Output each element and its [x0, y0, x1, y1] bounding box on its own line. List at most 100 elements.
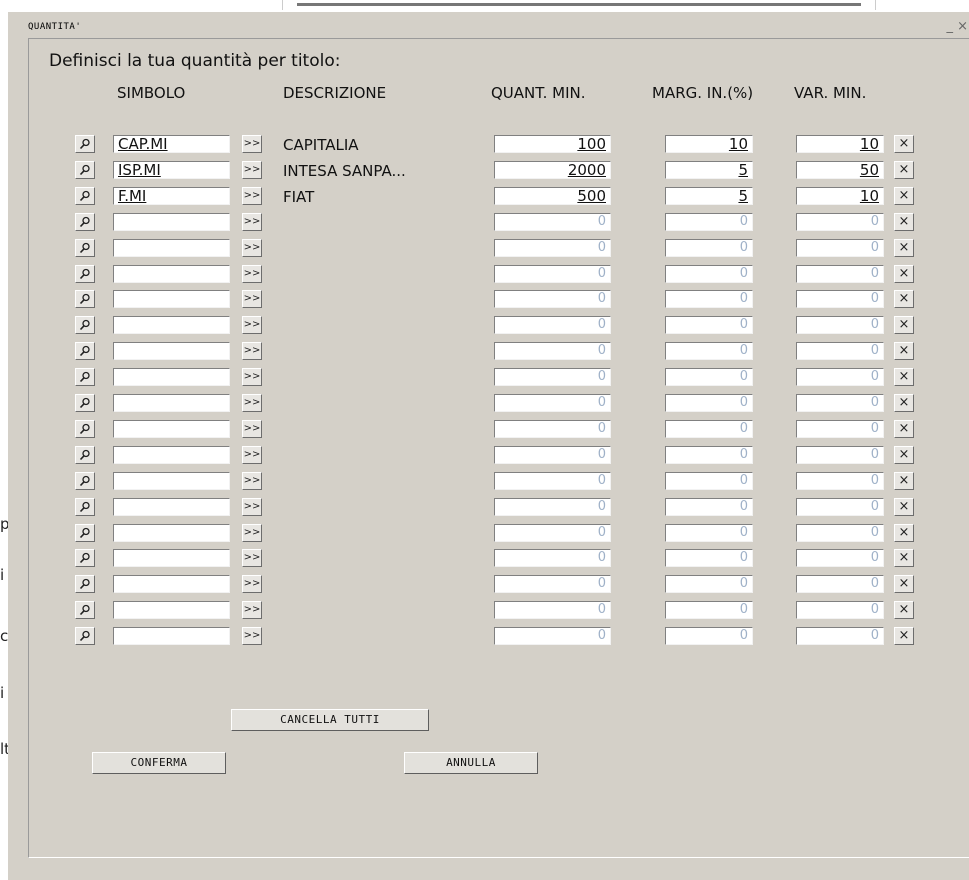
- var-min-input[interactable]: 0: [796, 239, 884, 257]
- remove-row-button[interactable]: ×: [894, 368, 914, 386]
- remove-row-button[interactable]: ×: [894, 575, 914, 593]
- quant-min-input[interactable]: 2000: [494, 161, 611, 179]
- var-min-input[interactable]: 0: [796, 265, 884, 283]
- quant-min-input[interactable]: 0: [494, 575, 611, 593]
- search-button[interactable]: [75, 135, 95, 153]
- symbol-input[interactable]: [113, 472, 230, 490]
- symbol-input[interactable]: [113, 420, 230, 438]
- go-button[interactable]: >>: [242, 601, 262, 619]
- var-min-input[interactable]: 0: [796, 446, 884, 464]
- search-button[interactable]: [75, 187, 95, 205]
- var-min-input[interactable]: 10: [796, 187, 884, 205]
- var-min-input[interactable]: 0: [796, 290, 884, 308]
- go-button[interactable]: >>: [242, 342, 262, 360]
- marg-in-input[interactable]: 0: [665, 472, 753, 490]
- var-min-input[interactable]: 0: [796, 575, 884, 593]
- search-button[interactable]: [75, 394, 95, 412]
- symbol-input[interactable]: [113, 524, 230, 542]
- var-min-input[interactable]: 0: [796, 549, 884, 567]
- go-button[interactable]: >>: [242, 394, 262, 412]
- marg-in-input[interactable]: 0: [665, 627, 753, 645]
- remove-row-button[interactable]: ×: [894, 420, 914, 438]
- remove-row-button[interactable]: ×: [894, 627, 914, 645]
- remove-row-button[interactable]: ×: [894, 524, 914, 542]
- marg-in-input[interactable]: 5: [665, 187, 753, 205]
- quant-min-input[interactable]: 0: [494, 290, 611, 308]
- search-button[interactable]: [75, 316, 95, 334]
- marg-in-input[interactable]: 0: [665, 290, 753, 308]
- go-button[interactable]: >>: [242, 575, 262, 593]
- search-button[interactable]: [75, 498, 95, 516]
- quant-min-input[interactable]: 0: [494, 601, 611, 619]
- marg-in-input[interactable]: 0: [665, 549, 753, 567]
- remove-row-button[interactable]: ×: [894, 342, 914, 360]
- go-button[interactable]: >>: [242, 368, 262, 386]
- go-button[interactable]: >>: [242, 161, 262, 179]
- search-button[interactable]: [75, 265, 95, 283]
- go-button[interactable]: >>: [242, 549, 262, 567]
- remove-row-button[interactable]: ×: [894, 239, 914, 257]
- var-min-input[interactable]: 0: [796, 472, 884, 490]
- quant-min-input[interactable]: 0: [494, 368, 611, 386]
- remove-row-button[interactable]: ×: [894, 290, 914, 308]
- var-min-input[interactable]: 0: [796, 213, 884, 231]
- var-min-input[interactable]: 0: [796, 316, 884, 334]
- search-button[interactable]: [75, 239, 95, 257]
- remove-row-button[interactable]: ×: [894, 394, 914, 412]
- search-button[interactable]: [75, 161, 95, 179]
- quant-min-input[interactable]: 0: [494, 316, 611, 334]
- remove-row-button[interactable]: ×: [894, 161, 914, 179]
- marg-in-input[interactable]: 0: [665, 420, 753, 438]
- var-min-input[interactable]: 0: [796, 368, 884, 386]
- symbol-input[interactable]: [113, 498, 230, 516]
- cancella-tutti-button[interactable]: CANCELLA TUTTI: [231, 709, 429, 731]
- quant-min-input[interactable]: 0: [494, 420, 611, 438]
- var-min-input[interactable]: 0: [796, 498, 884, 516]
- marg-in-input[interactable]: 0: [665, 316, 753, 334]
- var-min-input[interactable]: 50: [796, 161, 884, 179]
- symbol-input[interactable]: [113, 549, 230, 567]
- var-min-input[interactable]: 0: [796, 524, 884, 542]
- remove-row-button[interactable]: ×: [894, 446, 914, 464]
- title-bar[interactable]: QUANTITA' _ ×: [10, 14, 969, 38]
- symbol-input[interactable]: [113, 627, 230, 645]
- search-button[interactable]: [75, 420, 95, 438]
- symbol-input[interactable]: [113, 290, 230, 308]
- remove-row-button[interactable]: ×: [894, 187, 914, 205]
- search-button[interactable]: [75, 549, 95, 567]
- remove-row-button[interactable]: ×: [894, 135, 914, 153]
- remove-row-button[interactable]: ×: [894, 498, 914, 516]
- quant-min-input[interactable]: 100: [494, 135, 611, 153]
- remove-row-button[interactable]: ×: [894, 472, 914, 490]
- symbol-input[interactable]: F.MI: [113, 187, 230, 205]
- quant-min-input[interactable]: 0: [494, 472, 611, 490]
- search-button[interactable]: [75, 472, 95, 490]
- quant-min-input[interactable]: 0: [494, 498, 611, 516]
- symbol-input[interactable]: [113, 575, 230, 593]
- var-min-input[interactable]: 0: [796, 627, 884, 645]
- marg-in-input[interactable]: 0: [665, 342, 753, 360]
- quant-min-input[interactable]: 0: [494, 239, 611, 257]
- quant-min-input[interactable]: 0: [494, 524, 611, 542]
- go-button[interactable]: >>: [242, 290, 262, 308]
- symbol-input[interactable]: [113, 446, 230, 464]
- search-button[interactable]: [75, 342, 95, 360]
- quant-min-input[interactable]: 0: [494, 265, 611, 283]
- var-min-input[interactable]: 0: [796, 394, 884, 412]
- search-button[interactable]: [75, 446, 95, 464]
- search-button[interactable]: [75, 524, 95, 542]
- marg-in-input[interactable]: 0: [665, 368, 753, 386]
- quant-min-input[interactable]: 500: [494, 187, 611, 205]
- search-button[interactable]: [75, 290, 95, 308]
- quant-min-input[interactable]: 0: [494, 549, 611, 567]
- minimize-close-icons[interactable]: _ ×: [946, 19, 968, 34]
- go-button[interactable]: >>: [242, 446, 262, 464]
- symbol-input[interactable]: [113, 368, 230, 386]
- quant-min-input[interactable]: 0: [494, 213, 611, 231]
- marg-in-input[interactable]: 5: [665, 161, 753, 179]
- go-button[interactable]: >>: [242, 135, 262, 153]
- remove-row-button[interactable]: ×: [894, 549, 914, 567]
- symbol-input[interactable]: ISP.MI: [113, 161, 230, 179]
- remove-row-button[interactable]: ×: [894, 316, 914, 334]
- symbol-input[interactable]: [113, 265, 230, 283]
